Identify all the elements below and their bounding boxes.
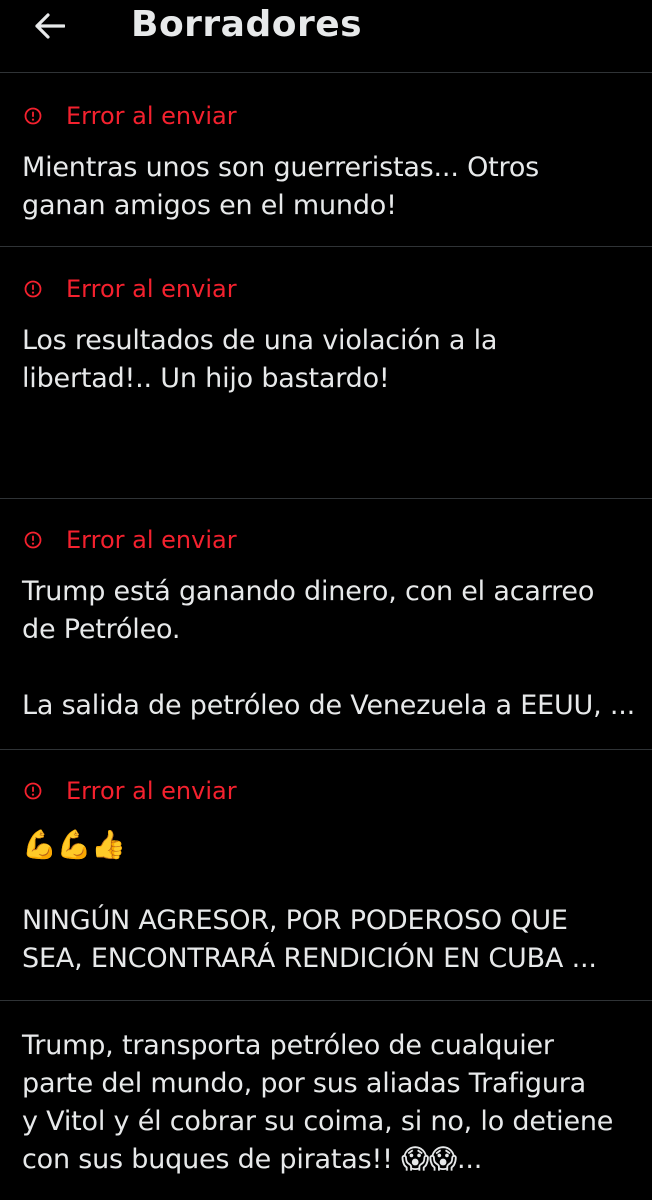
back-button[interactable]	[26, 2, 74, 50]
top-app-bar: Borradores	[0, 0, 652, 73]
alert-circle-icon	[22, 105, 44, 127]
draft-item[interactable]: Error al enviar Mientras unos son guerre…	[0, 73, 652, 247]
alert-circle-icon	[22, 529, 44, 551]
send-error-row: Error al enviar	[22, 274, 237, 304]
draft-emoji: 💪💪👍	[22, 828, 126, 861]
error-status-label: Error al enviar	[66, 526, 237, 554]
alert-circle-icon	[22, 278, 44, 300]
arrow-left-icon	[35, 13, 65, 39]
error-status-label: Error al enviar	[66, 777, 237, 805]
draft-text: Trump, transporta petróleo de cualquier …	[22, 1030, 614, 1175]
draft-text: Trump está ganando dinero, con el acarre…	[22, 576, 636, 721]
draft-item[interactable]: Trump, transporta petróleo de cualquier …	[0, 1001, 652, 1200]
draft-item[interactable]: Error al enviar Trump está ganando diner…	[0, 499, 652, 750]
send-error-row: Error al enviar	[22, 776, 237, 806]
send-error-row: Error al enviar	[22, 101, 237, 131]
draft-text: Mientras unos son guerreristas... Otros …	[22, 152, 540, 221]
page-title: Borradores	[131, 4, 363, 45]
error-status-label: Error al enviar	[66, 102, 237, 130]
draft-text: Los resultados de una violación a la lib…	[22, 325, 498, 394]
draft-item[interactable]: Error al enviar Los resultados de una vi…	[0, 247, 652, 499]
draft-item[interactable]: Error al enviar 💪💪👍 NINGÚN AGRESOR, POR …	[0, 750, 652, 1001]
error-status-label: Error al enviar	[66, 275, 237, 303]
alert-circle-icon	[22, 780, 44, 802]
draft-text: NINGÚN AGRESOR, POR PODEROSO QUE SEA, EN…	[22, 905, 597, 974]
send-error-row: Error al enviar	[22, 525, 237, 555]
